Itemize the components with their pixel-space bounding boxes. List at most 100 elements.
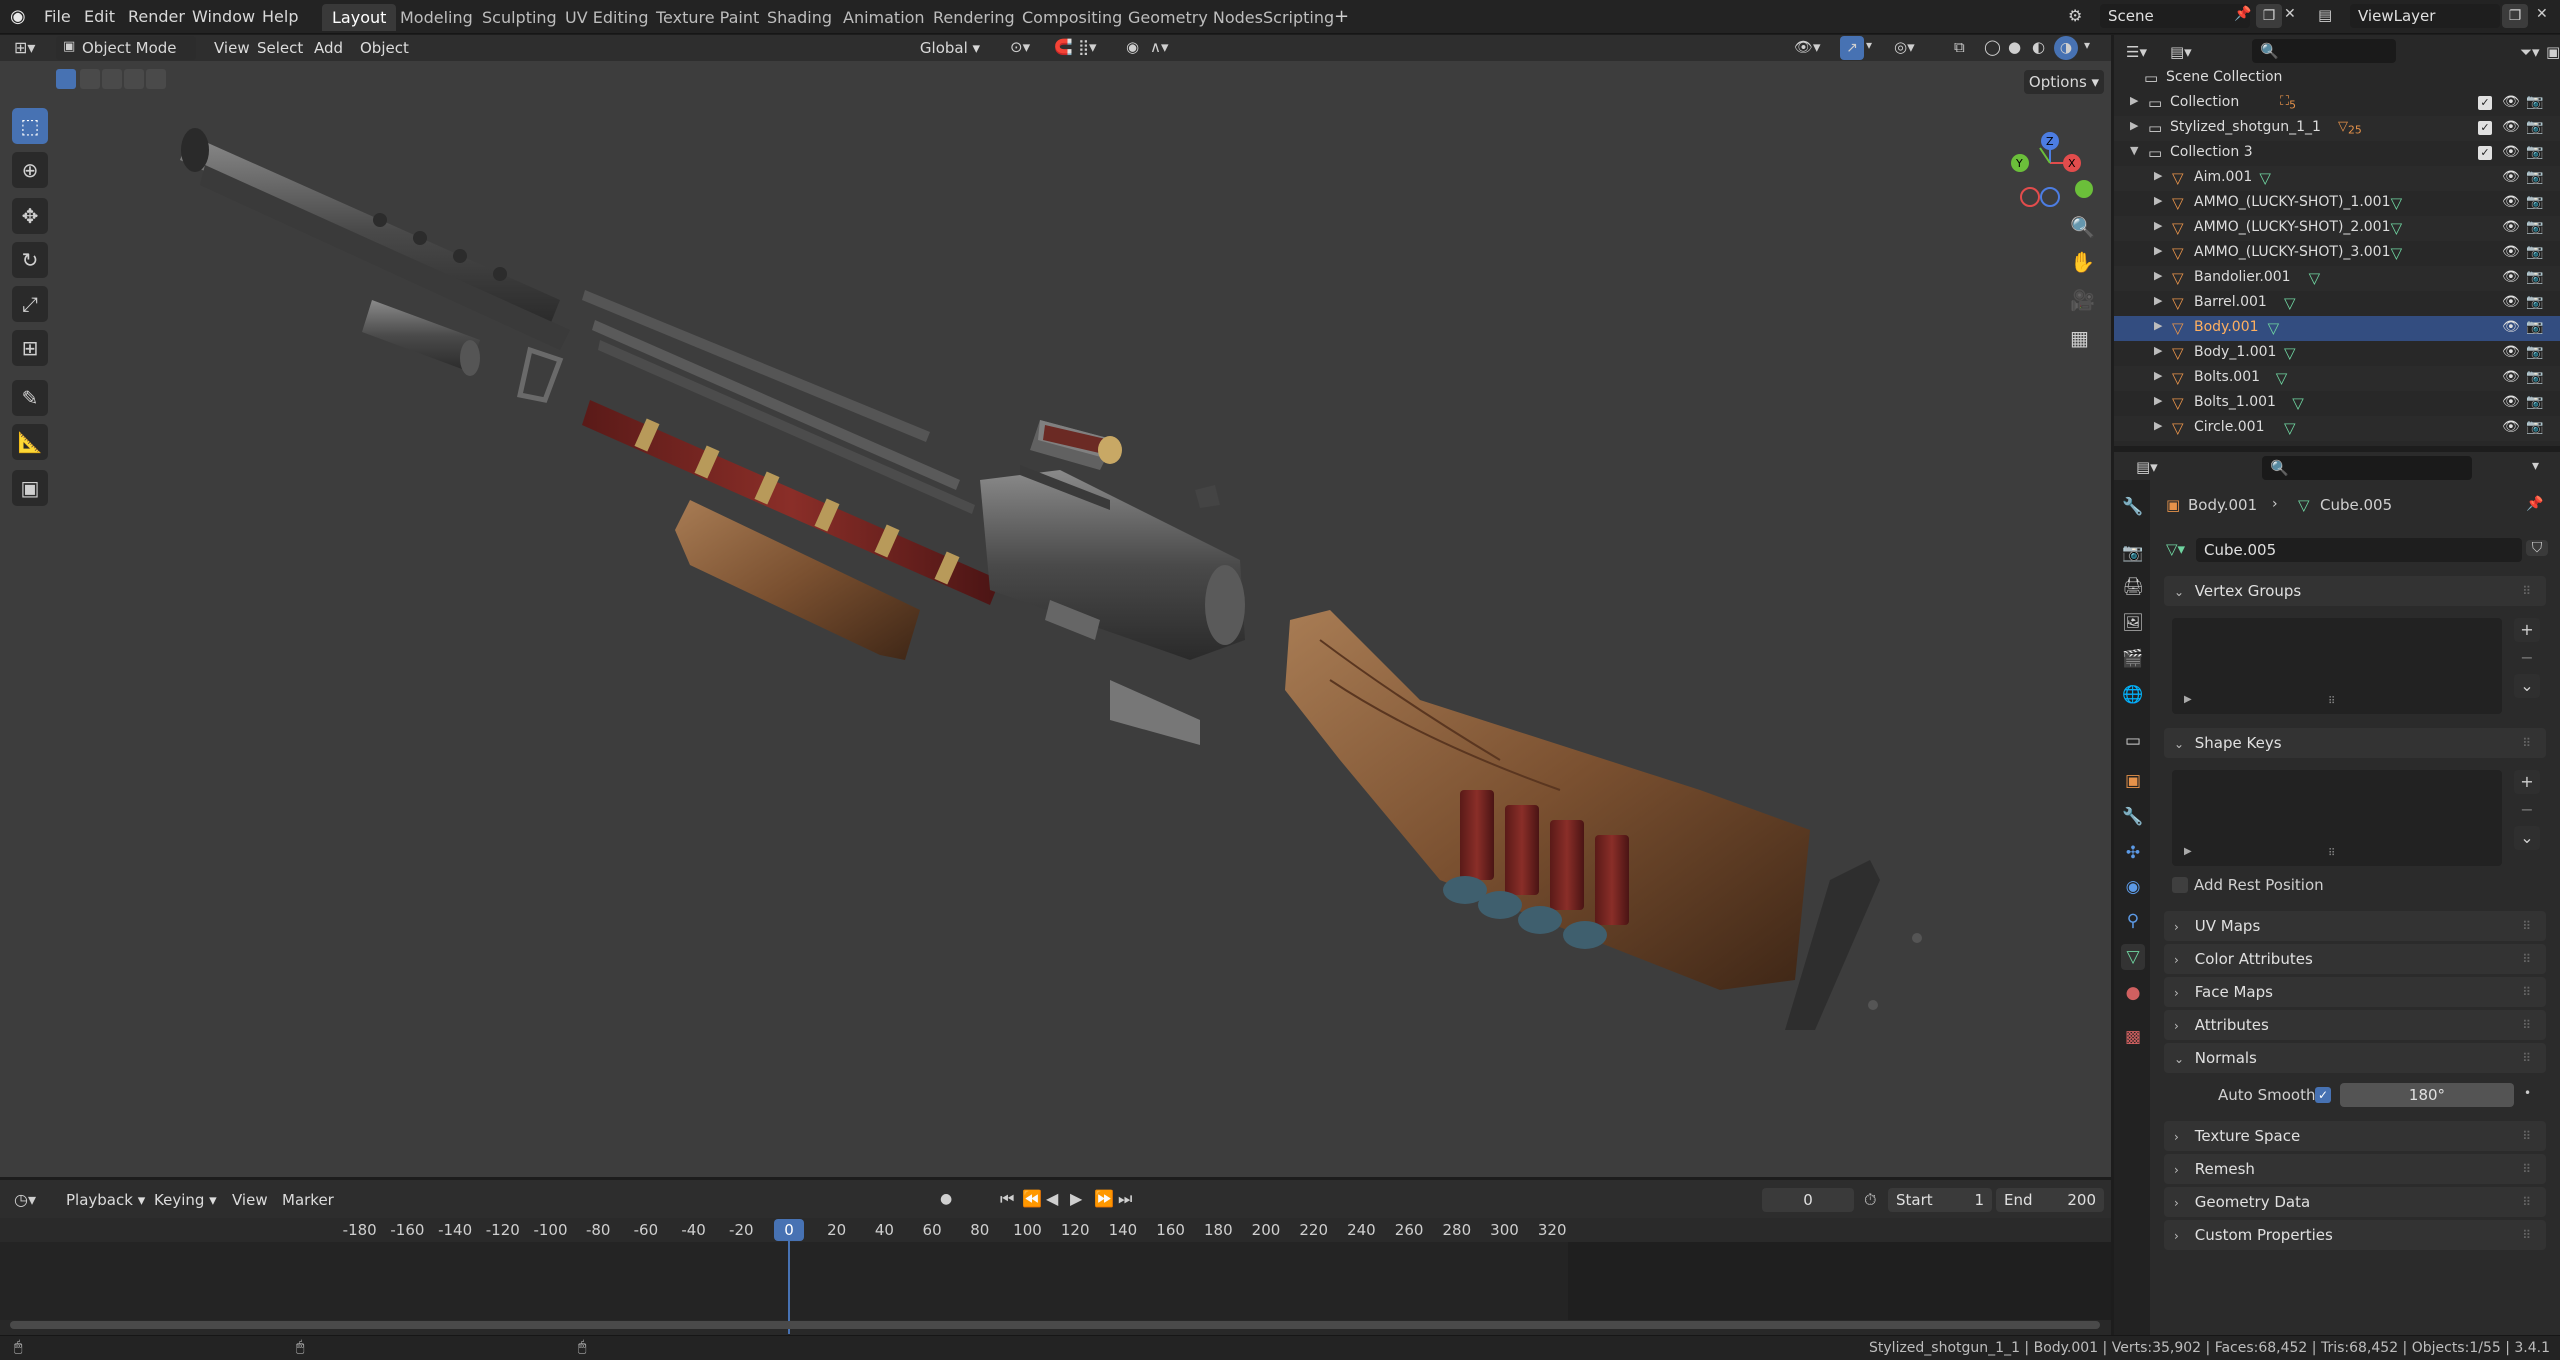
add-rest-position-checkbox[interactable]	[2172, 877, 2188, 893]
material-tab-icon[interactable]: ●	[2121, 980, 2145, 1006]
resize-handle-icon[interactable]: ⠿	[2328, 848, 2335, 859]
outliner-collection-row[interactable]: ▶ ▭ Collection ⛶5 ✓ 👁 📷	[2114, 91, 2560, 116]
expand-icon[interactable]: ▶	[2184, 694, 2192, 705]
physics-tab-icon[interactable]: ◉	[2121, 874, 2145, 900]
constraints-tab-icon[interactable]: ⚲	[2121, 908, 2145, 934]
sling-ring-part[interactable]	[517, 346, 564, 403]
output-tab-icon[interactable]: 🖨	[2121, 574, 2145, 600]
xray-icon[interactable]: ⧉	[1954, 38, 1965, 56]
close-icon[interactable]: ✕	[2536, 6, 2548, 22]
close-icon[interactable]: ✕	[2284, 6, 2296, 22]
eye-icon[interactable]: 👁	[2502, 169, 2520, 185]
mesh-data-icon[interactable]: ▽	[2284, 294, 2296, 312]
drag-handle-icon[interactable]: ⠿	[2522, 944, 2532, 974]
menu-render[interactable]: Render	[120, 6, 193, 28]
render-camera-icon[interactable]: 📷	[2526, 169, 2543, 185]
navigation-gizmo[interactable]: X Z Y	[2000, 113, 2100, 213]
exclude-checkbox[interactable]: ✓	[2478, 96, 2492, 110]
trigger-guard-part[interactable]	[1110, 680, 1200, 745]
menu-select[interactable]: Select	[249, 37, 311, 59]
jump-end-icon[interactable]: ⏭	[1118, 1189, 1132, 1209]
play-reverse-icon[interactable]: ◀	[1046, 1189, 1058, 1208]
chevron-right-icon[interactable]: ▶	[2154, 369, 2162, 382]
new-scene-icon[interactable]: ❐	[2256, 4, 2282, 28]
chevron-right-icon[interactable]: ▶	[2154, 194, 2162, 207]
outliner-editor-icon[interactable]: ☰▾	[2126, 43, 2147, 61]
chevron-right-icon[interactable]: ▶	[2154, 219, 2162, 232]
timeline-editor-icon[interactable]: ◷▾	[14, 1190, 36, 1209]
remesh-panel[interactable]: › Remesh ⠿	[2164, 1154, 2546, 1184]
play-icon[interactable]: ▶	[1070, 1189, 1082, 1208]
select-invert-icon[interactable]	[124, 69, 144, 89]
end-frame-field[interactable]: End 200	[1996, 1188, 2104, 1212]
particles-tab-icon[interactable]: ✣	[2121, 840, 2145, 866]
mode-selector[interactable]: Object Mode	[56, 36, 196, 60]
object-count-icon[interactable]: ▽25	[2338, 119, 2362, 137]
drag-handle-icon[interactable]: ⠿	[2522, 977, 2532, 1007]
snap-target-icon[interactable]: ⣿▾	[1078, 38, 1097, 56]
modifier-tab-icon[interactable]: 🔧	[2121, 804, 2145, 830]
render-camera-icon[interactable]: 📷	[2526, 269, 2543, 285]
new-collection-icon[interactable]: ▣	[2546, 43, 2560, 61]
tab-shading[interactable]: Shading	[757, 4, 842, 31]
snap-icon[interactable]: 🧲	[1054, 38, 1073, 56]
view-layer-tab-icon[interactable]: 🖼	[2121, 610, 2145, 636]
drag-handle-icon[interactable]: ⠿	[2522, 1010, 2532, 1040]
eye-icon[interactable]: 👁	[2502, 219, 2520, 235]
attributes-panel[interactable]: › Attributes ⠿	[2164, 1010, 2546, 1040]
exclude-checkbox[interactable]: ✓	[2478, 121, 2492, 135]
chevron-down-icon[interactable]: ▾	[2532, 458, 2539, 474]
render-camera-icon[interactable]: 📷	[2526, 94, 2543, 110]
vertex-groups-panel[interactable]: ⌄ Vertex Groups ⠿	[2164, 576, 2546, 606]
menu-keying[interactable]: Keying ▾	[146, 1189, 225, 1211]
outliner-object-row[interactable]: ▶ ▽ AMMO_(LUCKY-SHOT)_2.001 ▽ 👁 📷	[2114, 216, 2560, 241]
pin-icon[interactable]: 📌	[2234, 6, 2251, 22]
record-icon[interactable]: ●	[940, 1191, 952, 1207]
chevron-right-icon[interactable]: ▶	[2154, 394, 2162, 407]
eye-icon[interactable]: 👁	[2502, 419, 2520, 435]
tab-modeling[interactable]: Modeling	[390, 4, 483, 31]
timeline-ruler[interactable]	[0, 1218, 2111, 1242]
collection-tab-icon[interactable]: ▭	[2121, 728, 2145, 754]
render-camera-icon[interactable]: 📷	[2526, 119, 2543, 135]
menu-help[interactable]: Help	[254, 6, 306, 28]
pin-icon[interactable]: 📌	[2526, 496, 2543, 512]
drag-handle-icon[interactable]: ⠿	[2522, 1043, 2532, 1073]
render-camera-icon[interactable]: 📷	[2526, 394, 2543, 410]
annotate-tool[interactable]: ✎	[12, 380, 48, 416]
outliner-collection-row[interactable]: ▼ ▭ Collection 3 ✓ 👁 📷	[2114, 141, 2560, 166]
render-tab-icon[interactable]: 📷	[2121, 540, 2145, 566]
magazine-rods[interactable]	[582, 290, 975, 514]
outliner-object-row[interactable]: ▶ ▽ Barrel.001 ▽ 👁 📷	[2114, 291, 2560, 316]
new-view-layer-icon[interactable]: ❐	[2502, 4, 2528, 28]
chevron-right-icon[interactable]: ▶	[2154, 244, 2162, 257]
add-cube-tool[interactable]: ▣	[12, 470, 48, 506]
start-frame-field[interactable]: Start 1	[1888, 1188, 1992, 1212]
mesh-data-icon[interactable]: ▽	[2276, 369, 2288, 387]
tab-scripting[interactable]: Scripting	[1253, 4, 1344, 31]
mesh-data-icon[interactable]: ▽	[2292, 394, 2304, 412]
wireframe-shading-icon[interactable]: ◯	[1984, 38, 2001, 56]
view-layer-field[interactable]: ViewLayer	[2350, 4, 2500, 28]
tab-rendering[interactable]: Rendering	[923, 4, 1025, 31]
material-shading-icon[interactable]: ◐	[2032, 38, 2045, 56]
remove-vertex-group-button[interactable]: −	[2514, 646, 2540, 670]
chevron-right-icon[interactable]: ▶	[2154, 269, 2162, 282]
render-camera-icon[interactable]: 📷	[2526, 344, 2543, 360]
shape-key-menu-button[interactable]: ⌄	[2514, 826, 2540, 850]
object-count-icon[interactable]: ⛶5	[2280, 94, 2296, 112]
chevron-right-icon[interactable]: ▶	[2154, 169, 2162, 182]
outliner-object-row[interactable]: ▶ ▽ AMMO_(LUCKY-SHOT)_1.001 ▽ 👁 📷	[2114, 191, 2560, 216]
fake-user-icon[interactable]: ⛉	[2526, 540, 2548, 556]
select-extend-icon[interactable]	[80, 69, 100, 89]
jump-start-icon[interactable]: ⏮	[1000, 1189, 1014, 1209]
render-camera-icon[interactable]: 📷	[2526, 294, 2543, 310]
expand-icon[interactable]: ▶	[2184, 846, 2192, 857]
next-keyframe-icon[interactable]: ⏩	[1094, 1189, 1114, 1208]
mesh-data-icon[interactable]: ▽	[2268, 319, 2280, 337]
chevron-right-icon[interactable]: ▶	[2130, 94, 2138, 107]
eye-icon[interactable]: 👁	[2502, 94, 2520, 110]
eye-icon[interactable]: 👁	[2502, 394, 2520, 410]
select-new-icon[interactable]	[56, 69, 76, 89]
mesh-data-icon[interactable]: ▽	[2284, 419, 2296, 437]
